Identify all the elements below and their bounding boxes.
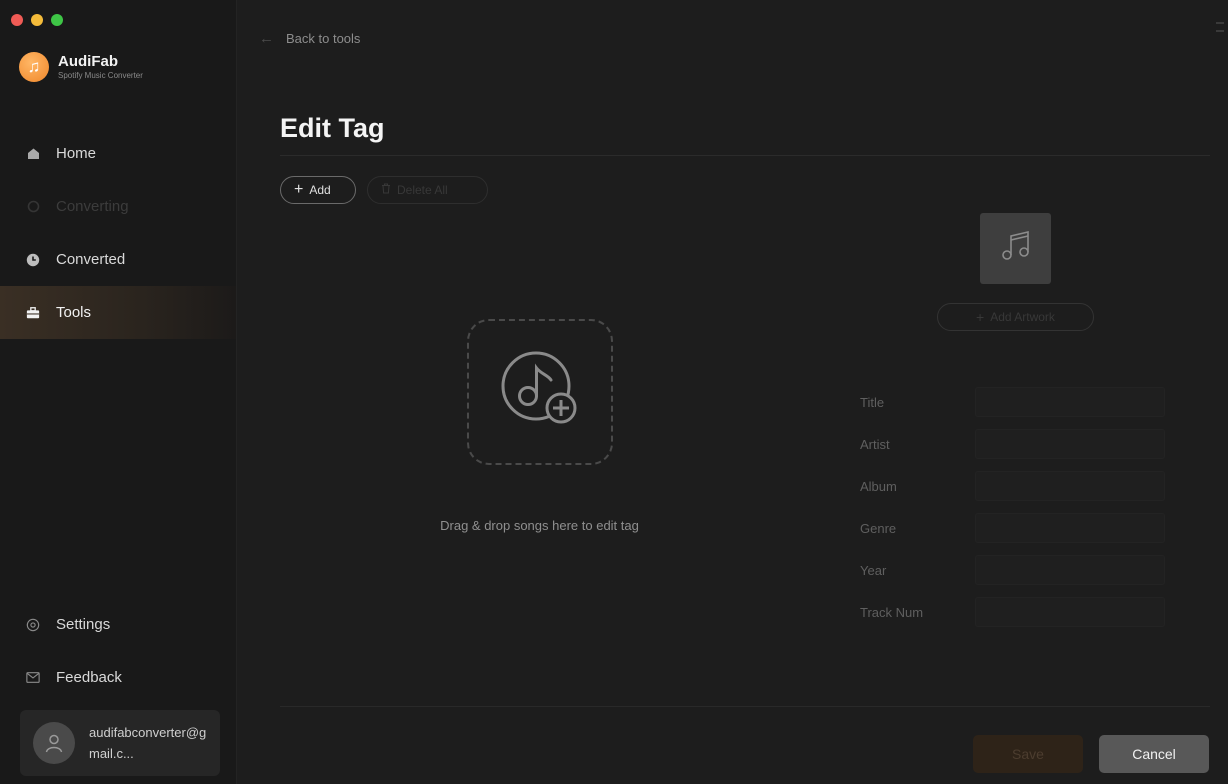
sidebar: ♫ AudiFab Spotify Music Converter Home C… <box>0 0 237 784</box>
sidebar-bottom-nav: Settings Feedback <box>0 598 236 704</box>
sidebar-item-label: Home <box>56 145 97 162</box>
user-email: audifabconverter@gmail.c... <box>89 725 207 761</box>
song-dropzone[interactable] <box>467 319 613 465</box>
tag-label: Genre <box>860 520 897 536</box>
footer-divider <box>280 706 1210 707</box>
avatar-icon <box>33 722 75 764</box>
cancel-button[interactable]: Cancel <box>1099 735 1209 773</box>
sidebar-item-label: Settings <box>56 616 111 633</box>
sidebar-item-label: Converting <box>56 198 129 215</box>
toolbox-icon <box>26 306 40 320</box>
tag-row-artist: Artist <box>860 423 1165 465</box>
plus-icon: + <box>294 181 304 198</box>
tag-row-title: Title <box>860 381 1165 423</box>
home-icon <box>26 147 40 161</box>
album-field[interactable] <box>975 471 1165 501</box>
page-title: Edit Tag <box>280 113 385 143</box>
title-divider <box>280 155 1210 156</box>
year-field[interactable] <box>975 555 1165 585</box>
zoom-window-button[interactable] <box>51 14 63 26</box>
app-name: AudiFab <box>58 53 118 70</box>
genre-field[interactable] <box>975 513 1165 543</box>
converting-icon <box>26 200 40 214</box>
add-artwork-button[interactable]: + Add Artwork <box>937 303 1094 331</box>
toolbar: + Add Delete All <box>280 176 488 204</box>
tag-form: Title Artist Album Genre Year Track Num <box>860 381 1165 633</box>
sidebar-item-label: Feedback <box>56 669 122 686</box>
tag-label: Year <box>860 562 887 578</box>
delete-all-button[interactable]: Delete All <box>367 176 488 204</box>
dropzone-hint: Drag & drop songs here to edit tag <box>440 518 639 533</box>
tag-label: Artist <box>860 436 890 452</box>
music-note-icon <box>998 228 1034 269</box>
back-label: Back to tools <box>286 31 361 46</box>
delete-all-label: Delete All <box>397 183 448 197</box>
window-controls <box>11 14 63 26</box>
app-brand: ♫ AudiFab Spotify Music Converter <box>19 52 143 82</box>
sidebar-item-settings[interactable]: Settings <box>0 598 236 651</box>
plus-icon: + <box>976 309 985 325</box>
sidebar-item-label: Converted <box>56 251 126 268</box>
sidebar-nav: Home Converting Converted Tools <box>0 127 236 339</box>
sidebar-item-label: Tools <box>56 304 92 321</box>
add-artwork-label: Add Artwork <box>990 310 1055 324</box>
artist-field[interactable] <box>975 429 1165 459</box>
back-to-tools-link[interactable]: ← Back to tools <box>259 30 360 47</box>
sidebar-item-converted[interactable]: Converted <box>0 233 236 286</box>
tag-label: Album <box>860 478 897 494</box>
sidebar-item-converting[interactable]: Converting <box>0 180 236 233</box>
clock-icon <box>26 253 40 267</box>
tag-row-track-num: Track Num <box>860 591 1165 633</box>
user-account-card[interactable]: audifabconverter@gmail.c... <box>20 710 220 776</box>
track-num-field[interactable] <box>975 597 1165 627</box>
main-panel: ← Back to tools Edit Tag + Add Delete Al… <box>237 0 1228 784</box>
sidebar-item-feedback[interactable]: Feedback <box>0 651 236 704</box>
back-arrow-icon: ← <box>259 30 274 47</box>
sidebar-item-home[interactable]: Home <box>0 127 236 180</box>
tag-label: Title <box>860 394 885 410</box>
artwork-placeholder <box>980 213 1051 284</box>
app-subtitle: Spotify Music Converter <box>58 71 143 80</box>
tag-row-genre: Genre <box>860 507 1165 549</box>
trash-icon <box>381 183 391 197</box>
close-window-button[interactable] <box>11 14 23 26</box>
app-logo-icon: ♫ <box>19 52 49 82</box>
add-button[interactable]: + Add <box>280 176 356 204</box>
gear-icon <box>26 618 40 632</box>
save-button[interactable]: Save <box>973 735 1083 773</box>
minimize-window-button[interactable] <box>31 14 43 26</box>
menu-icon[interactable] <box>1216 22 1224 32</box>
add-label: Add <box>309 183 331 197</box>
tag-row-album: Album <box>860 465 1165 507</box>
tag-label: Track Num <box>860 604 924 620</box>
sidebar-item-tools[interactable]: Tools <box>0 286 236 339</box>
add-music-icon <box>494 344 586 441</box>
mail-icon <box>26 671 40 685</box>
title-field[interactable] <box>975 387 1165 417</box>
tag-row-year: Year <box>860 549 1165 591</box>
